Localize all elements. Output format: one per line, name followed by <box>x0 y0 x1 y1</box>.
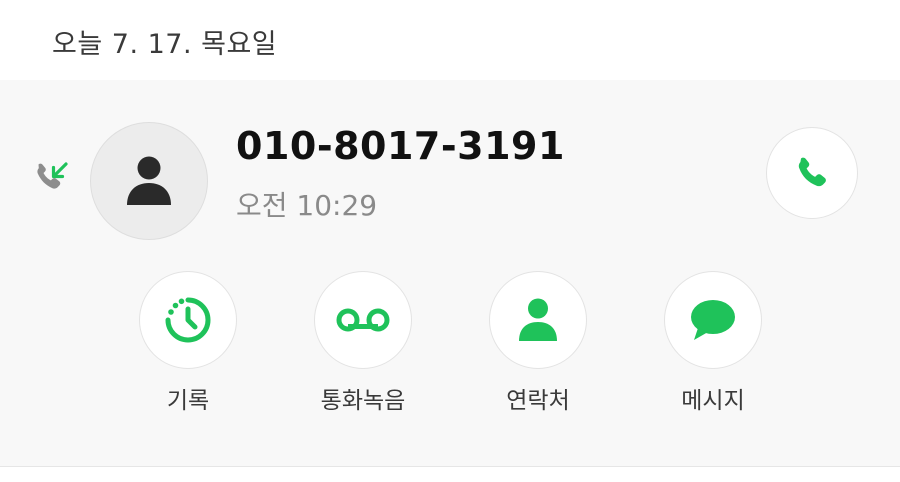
message-button[interactable]: 메시지 <box>643 271 783 415</box>
contact-icon <box>519 298 557 341</box>
incoming-call-icon <box>30 158 70 198</box>
history-button[interactable]: 기록 <box>118 271 258 415</box>
date-header: 오늘 7. 17. 목요일 <box>52 29 278 60</box>
contact-button[interactable]: 연락처 <box>468 271 608 415</box>
call-time: 오전 10:29 <box>236 189 378 222</box>
history-button-circle[interactable] <box>139 271 237 369</box>
divider <box>0 466 900 467</box>
call-recording-button-circle[interactable] <box>314 271 412 369</box>
message-button-circle[interactable] <box>664 271 762 369</box>
voicemail-icon <box>336 308 390 332</box>
message-label: 메시지 <box>681 388 745 414</box>
history-label: 기록 <box>166 388 210 414</box>
contact-label: 연락처 <box>506 388 570 414</box>
call-button[interactable] <box>766 127 858 219</box>
history-icon <box>165 297 211 343</box>
avatar[interactable] <box>90 122 208 240</box>
call-recording-button[interactable]: 통화녹음 <box>293 271 433 415</box>
contact-button-circle[interactable] <box>489 271 587 369</box>
message-icon <box>691 300 735 340</box>
phone-number: 010-8017-3191 <box>236 124 565 168</box>
person-icon <box>127 156 171 205</box>
call-recording-label: 통화녹음 <box>320 388 406 414</box>
phone-icon <box>798 157 826 187</box>
